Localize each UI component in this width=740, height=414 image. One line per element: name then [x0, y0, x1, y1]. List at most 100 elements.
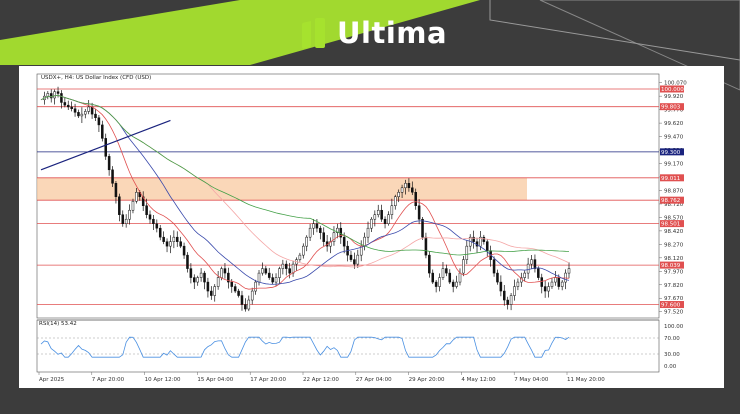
candle-body	[203, 272, 206, 283]
candle-body	[523, 272, 526, 278]
x-tick-label: 7 Apr 20:00	[92, 377, 125, 383]
brand-logo[interactable]: Ultima	[302, 16, 447, 50]
candle-body	[107, 156, 111, 171]
candle-body	[397, 192, 400, 198]
candle-body	[169, 241, 172, 247]
x-tick-label: 15 Apr 04:00	[197, 377, 233, 383]
candle-body	[182, 245, 186, 256]
x-tick-label: Apr 2025	[39, 377, 65, 383]
y-tick-label: 98.870	[664, 188, 684, 194]
candle-body	[199, 272, 203, 278]
candle-body	[400, 187, 404, 193]
candle-body	[254, 281, 257, 292]
rsi-label: RSI(14) 53.42	[39, 321, 77, 327]
candle-body	[533, 259, 537, 269]
price-level-label: 99.300	[661, 150, 681, 156]
candle-body	[210, 290, 213, 296]
candle-body	[152, 218, 155, 224]
ultima-logo-icon	[302, 18, 328, 49]
candle-body	[411, 187, 414, 193]
candle-body	[196, 277, 199, 283]
candle-body	[148, 214, 152, 220]
candle-body	[308, 227, 312, 238]
candle-body	[223, 268, 227, 274]
candle-body	[118, 196, 121, 215]
rsi-tick-label: 30.00	[664, 352, 680, 358]
x-tick-label: 7 May 04:00	[514, 377, 549, 383]
candle-body	[492, 259, 496, 274]
candle-body	[158, 227, 162, 238]
x-tick-label: 17 Apr 20:00	[250, 377, 286, 383]
y-tick-label: 99.620	[664, 121, 684, 127]
candle-body	[291, 263, 295, 274]
candle-body	[244, 304, 247, 310]
candle-body	[165, 241, 169, 247]
rsi-plot-frame	[36, 319, 660, 373]
x-tick-label: 29 Apr 20:00	[409, 377, 445, 383]
price-level-label: 100.000	[661, 87, 684, 93]
candle-body	[530, 259, 533, 265]
candle-body	[390, 205, 394, 215]
candle-body	[312, 223, 315, 229]
candle-body	[250, 290, 254, 301]
rsi-tick-label: 100.00	[664, 324, 684, 330]
candle-body	[101, 124, 104, 139]
candle-body	[186, 254, 189, 269]
candle-body	[342, 236, 346, 247]
candle-body	[49, 93, 53, 99]
candle-body	[257, 272, 261, 283]
y-tick-label: 97.820	[664, 283, 684, 289]
candle-body	[451, 281, 455, 287]
candle-body	[445, 268, 448, 274]
candle-body	[305, 236, 308, 247]
candle-body	[540, 277, 544, 287]
candle-body	[366, 227, 370, 238]
candle-body	[363, 236, 366, 247]
candle-body	[288, 268, 291, 274]
candle-body	[46, 93, 50, 97]
candle-body	[322, 232, 326, 242]
candle-body	[543, 286, 547, 292]
brand-name: Ultima	[337, 16, 448, 50]
x-tick-label: 10 Apr 12:00	[145, 377, 181, 383]
candle-body	[247, 299, 251, 310]
candle-body	[424, 236, 428, 256]
candle-body	[387, 214, 390, 224]
candle-body	[414, 192, 417, 206]
candle-body	[73, 108, 77, 113]
candle-body	[284, 263, 288, 269]
chart-panel: USDX+, H4: US Dollar Index (CFD (USD) 100…	[19, 66, 724, 388]
candle-body	[213, 286, 216, 296]
candle-body	[60, 93, 63, 103]
candle-body	[564, 272, 567, 283]
candle-body	[431, 272, 435, 283]
candle-body	[428, 254, 431, 274]
candle-body	[373, 214, 377, 220]
chart-title: USDX+, H4: US Dollar Index (CFD (USD)	[41, 75, 151, 81]
price-level-label: 98.501	[661, 222, 680, 228]
price-chart[interactable]: USDX+, H4: US Dollar Index (CFD (USD) 100…	[19, 66, 724, 388]
candle-body	[94, 113, 97, 118]
supply-zone	[37, 177, 527, 201]
candle-body	[131, 200, 135, 211]
price-level-label: 97.600	[661, 303, 681, 309]
candle-body	[349, 254, 353, 260]
candle-body	[404, 183, 407, 189]
moving-average-line	[40, 94, 570, 256]
candle-body	[383, 218, 387, 224]
candle-body	[162, 236, 165, 242]
y-tick-label: 99.170	[664, 162, 684, 168]
candle-body	[237, 290, 240, 296]
candle-body	[90, 106, 94, 115]
candle-body	[506, 299, 509, 305]
candle-body	[111, 169, 114, 184]
rsi-tick-label: 70.00	[664, 336, 680, 342]
candle-body	[104, 138, 107, 157]
candle-body	[179, 241, 182, 247]
candle-body	[315, 223, 319, 229]
candle-body	[485, 241, 489, 251]
candle-body	[121, 214, 125, 224]
candle-body	[267, 272, 271, 278]
candle-body	[216, 277, 220, 287]
y-tick-label: 97.520	[664, 310, 684, 316]
